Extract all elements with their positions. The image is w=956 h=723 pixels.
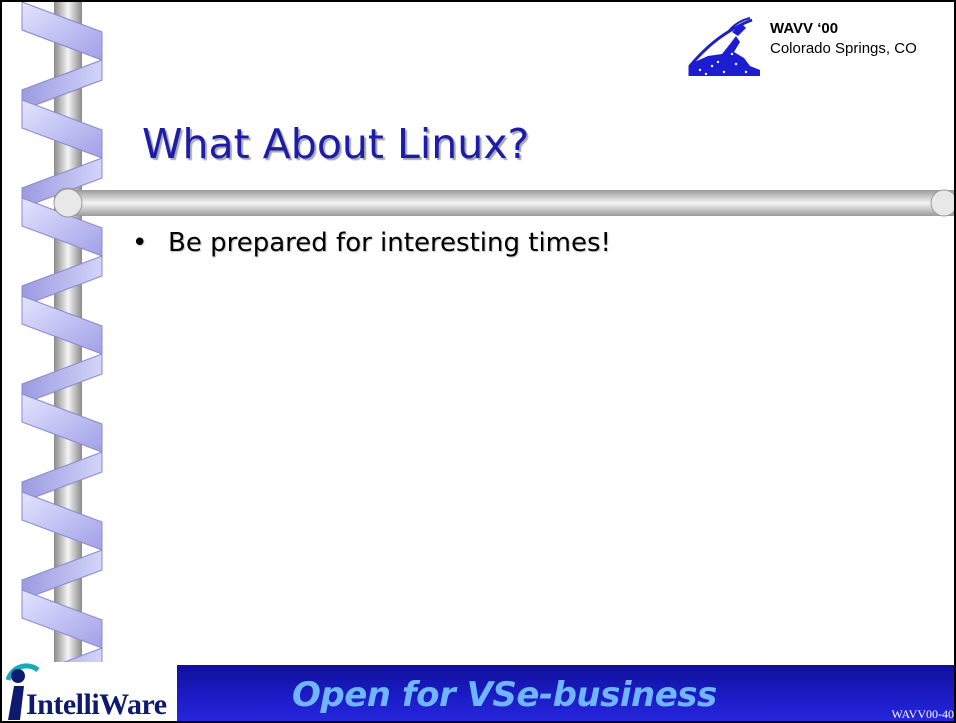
company-name: IntelliWare [26, 688, 167, 721]
slide-number: WAVV00-40 [891, 707, 954, 721]
slide: WAVV ‘00 Colorado Springs, CO What About… [0, 0, 956, 723]
ribbon-decoration [21, 2, 103, 721]
bullet-text: Be prepared for interesting times! [168, 228, 611, 258]
conference-name: WAVV ‘00 [770, 20, 839, 37]
mountain-logo-icon [688, 17, 760, 76]
footer-tagline: Open for VSe-business [292, 675, 717, 715]
conference-location: Colorado Springs, CO [770, 40, 917, 57]
slide-title: What About Linux? [142, 120, 530, 168]
title-underline-bar [54, 188, 954, 218]
intelliware-logo-icon: IntelliWare [2, 662, 177, 721]
bullet-item: • Be prepared for interesting times! [132, 228, 611, 258]
footer-bar: Open for VSe-business WAVV00-40 [177, 665, 954, 721]
bullet-list: • Be prepared for interesting times! [132, 228, 611, 258]
bullet-mark: • [132, 228, 148, 258]
